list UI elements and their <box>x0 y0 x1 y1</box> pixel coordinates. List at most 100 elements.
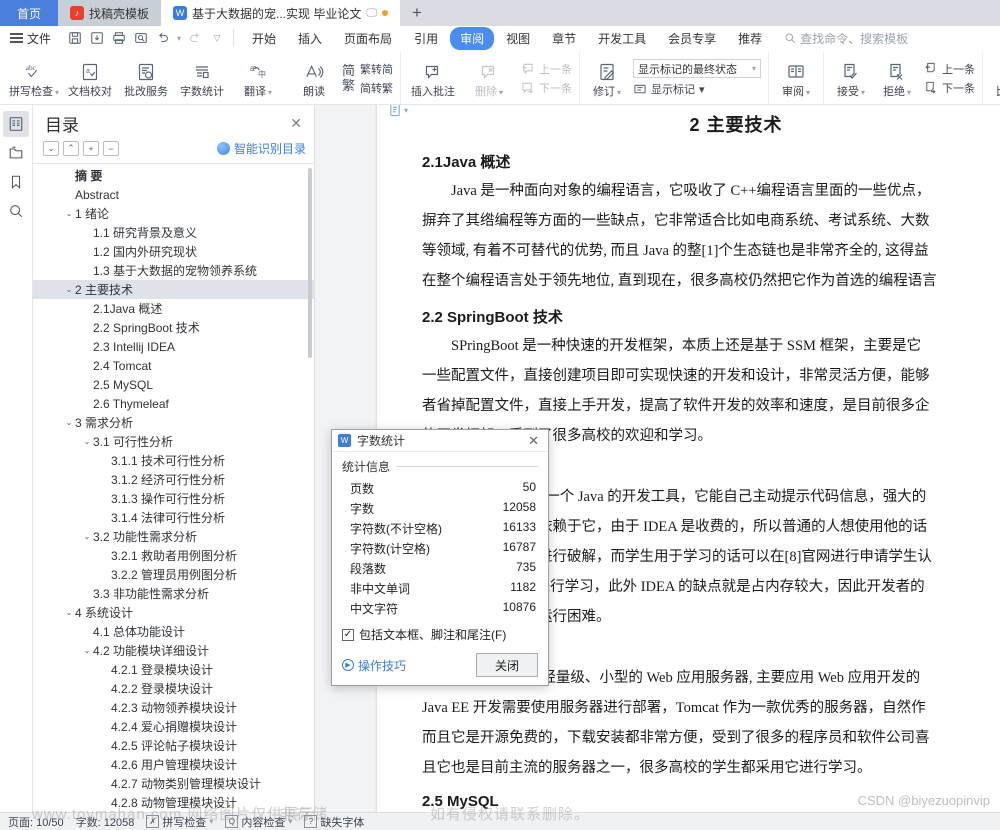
new-tab-button[interactable]: + <box>400 0 434 26</box>
chevron-down-icon[interactable]: ⌄ <box>81 437 93 446</box>
collapse-down-icon[interactable]: ⌄ <box>43 141 59 156</box>
outline-item[interactable]: 3.2.1 救助者用例图分析 <box>33 546 314 565</box>
outline-item[interactable]: 4.2.1 登录模块设计 <box>33 660 314 679</box>
ribbon-tab-recommend[interactable]: 推荐 <box>728 27 772 50</box>
outline-scrollbar[interactable] <box>308 168 312 358</box>
thumbnail-icon[interactable] <box>3 140 29 166</box>
outline-item[interactable]: 4.2.7 动物类别管理模块设计 <box>33 774 314 793</box>
ribbon-button-new-comment[interactable]: 插入批注 <box>405 52 461 104</box>
outline-item[interactable]: 摘 要 <box>33 166 314 185</box>
outline-item[interactable]: 4.2.8 动物管理模块设计 <box>33 793 314 812</box>
chevron-down-icon[interactable]: ⌄ <box>63 608 75 617</box>
display-for-review-select[interactable]: 显示标记的最终状态 ▾ <box>633 59 761 78</box>
bookmark-icon[interactable] <box>3 169 29 195</box>
ribbon-tab-review[interactable]: 审阅 <box>450 27 494 50</box>
outline-item[interactable]: 4.2.4 爱心捐赠模块设计 <box>33 717 314 736</box>
outline-item[interactable]: 3.3 非功能性需求分析 <box>33 584 314 603</box>
document-tab-2[interactable]: W 基于大数据的宠...实现 毕业论文 🖵 <box>161 0 400 26</box>
save-icon[interactable] <box>65 29 85 47</box>
ribbon-tab-reference[interactable]: 引用 <box>404 27 448 50</box>
outline-item[interactable]: ⌄3.2 功能性需求分析 <box>33 527 314 546</box>
ribbon-tab-layout[interactable]: 页面布局 <box>334 27 402 50</box>
outline-item[interactable]: ⌄1 绪论 <box>33 204 314 223</box>
home-tab[interactable]: 首页 <box>0 0 58 26</box>
outline-item[interactable]: 4.2.3 动物领养模块设计 <box>33 698 314 717</box>
collapse-all-icon[interactable]: − <box>103 141 119 156</box>
customize-qat-icon[interactable]: ▽ <box>207 29 227 47</box>
outline-item[interactable]: 2.6 Thymeleaf <box>33 394 314 413</box>
expand-all-icon[interactable]: + <box>83 141 99 156</box>
outline-item[interactable]: 2.4 Tomcat <box>33 356 314 375</box>
ribbon-button-correction-service[interactable]: 批改服务 <box>118 52 174 104</box>
outline-item[interactable]: 2.5 MySQL <box>33 375 314 394</box>
outline-item[interactable]: 3.1.4 法律可行性分析 <box>33 508 314 527</box>
next-change-button[interactable]: 下一条 <box>923 80 975 96</box>
chevron-down-icon[interactable]: ⌄ <box>63 209 75 218</box>
outline-item[interactable]: 4.2.6 用户管理模块设计 <box>33 755 314 774</box>
outline-item[interactable]: 1.1 研究背景及意义 <box>33 223 314 242</box>
ribbon-button-document-proof[interactable]: a 文档校对 <box>62 52 118 104</box>
chevron-down-icon[interactable]: ⌄ <box>63 285 75 294</box>
collapse-up-icon[interactable]: ⌃ <box>63 141 79 156</box>
convert-to-simplified-button[interactable]: 繁转简 <box>360 61 393 77</box>
outline-item[interactable]: 1.3 基于大数据的宠物领养系统 <box>33 261 314 280</box>
ribbon-button-read-aloud[interactable]: 朗读 <box>286 52 342 104</box>
file-menu-button[interactable]: 文件 <box>6 30 59 47</box>
ribbon-button-translate[interactable]: a 中 翻译 <box>230 52 286 104</box>
convert-to-traditional-button[interactable]: 简转繁 <box>360 80 393 96</box>
ribbon-tab-section[interactable]: 章节 <box>542 27 586 50</box>
outline-item[interactable]: ⌄4.2 功能模块详细设计 <box>33 641 314 660</box>
outline-item[interactable]: Abstract <box>33 185 314 204</box>
operation-tips-link[interactable]: ▶ 操作技巧 <box>342 657 406 674</box>
ribbon-tab-start[interactable]: 开始 <box>242 27 286 50</box>
outline-item[interactable]: 3.1.3 操作可行性分析 <box>33 489 314 508</box>
ribbon-button-accept[interactable]: 接受 <box>828 52 874 104</box>
chevron-down-icon[interactable]: ⌄ <box>81 532 93 541</box>
outline-item[interactable]: 2.2 SpringBoot 技术 <box>33 318 314 337</box>
paragraph-mark-icon[interactable]: ▾ <box>389 105 408 117</box>
ribbon-tab-vip[interactable]: 会员专享 <box>658 27 726 50</box>
outline-item[interactable]: 4.1 总体功能设计 <box>33 622 314 641</box>
dialog-close-button[interactable]: 关闭 <box>476 653 538 677</box>
status-missing-font[interactable]: ? 缺失字体 <box>304 814 364 830</box>
print-preview-icon[interactable] <box>131 29 151 47</box>
undo-icon[interactable] <box>153 29 173 47</box>
print-icon[interactable] <box>109 29 129 47</box>
outline-item[interactable]: 3.1.2 经济可行性分析 <box>33 470 314 489</box>
ribbon-tab-insert[interactable]: 插入 <box>288 27 332 50</box>
ribbon-button-word-count[interactable]: 字数统计 <box>174 52 230 104</box>
outline-item[interactable]: ⌄2 主要技术 <box>33 280 314 299</box>
ribbon-button-reject[interactable]: 拒绝 <box>874 52 920 104</box>
ribbon-button-spellcheck[interactable]: abc 拼写检查 <box>6 52 62 104</box>
ribbon-button-compare[interactable]: 比较 <box>987 52 1000 104</box>
previous-change-button[interactable]: 上一条 <box>923 61 975 77</box>
outline-item[interactable]: 3.2.2 管理员用例图分析 <box>33 565 314 584</box>
undo-dropdown-icon[interactable]: ▾ <box>175 29 183 47</box>
ribbon-tab-view[interactable]: 视图 <box>496 27 540 50</box>
ribbon-button-reviewing-pane[interactable]: 审阅 <box>773 52 819 104</box>
outline-item[interactable]: 1.2 国内外研究现状 <box>33 242 314 261</box>
status-contentcheck[interactable]: Q 内容检查 ▾ <box>225 814 292 830</box>
chevron-down-icon[interactable]: ⌄ <box>81 646 93 655</box>
search-icon[interactable] <box>3 198 29 224</box>
chevron-down-icon[interactable]: ⌄ <box>63 418 75 427</box>
dialog-close-icon[interactable]: ✕ <box>525 433 542 449</box>
ribbon-tab-developer[interactable]: 开发工具 <box>588 27 656 50</box>
outline-item[interactable]: 4.2.2 登录模块设计 <box>33 679 314 698</box>
close-icon[interactable]: ✕ <box>286 115 306 132</box>
document-tab-1[interactable]: ♪ 找稿壳模板 <box>58 0 161 26</box>
present-icon[interactable]: 🖵 <box>366 7 377 20</box>
outline-item[interactable]: ⌄3 需求分析 <box>33 413 314 432</box>
outline-item[interactable]: 2.1Java 概述 <box>33 299 314 318</box>
include-textbox-checkbox[interactable]: ✓ 包括文本框、脚注和尾注(F) <box>342 626 538 643</box>
show-markup-button[interactable]: 显示标记 ▾ <box>633 81 761 97</box>
outline-item[interactable]: ⌄4 系统设计 <box>33 603 314 622</box>
command-search[interactable]: 查找命令、搜索模板 <box>784 30 908 47</box>
outline-item[interactable]: 3.1.1 技术可行性分析 <box>33 451 314 470</box>
outline-item[interactable]: 2.3 Intellij IDEA <box>33 337 314 356</box>
outline-icon[interactable] <box>3 111 29 137</box>
outline-item[interactable]: 4.2.5 评论帖子模块设计 <box>33 736 314 755</box>
save-as-icon[interactable] <box>87 29 107 47</box>
ribbon-button-track-changes[interactable]: 修订 <box>584 52 630 104</box>
smart-outline-button[interactable]: 智能识别目录 <box>217 140 306 157</box>
